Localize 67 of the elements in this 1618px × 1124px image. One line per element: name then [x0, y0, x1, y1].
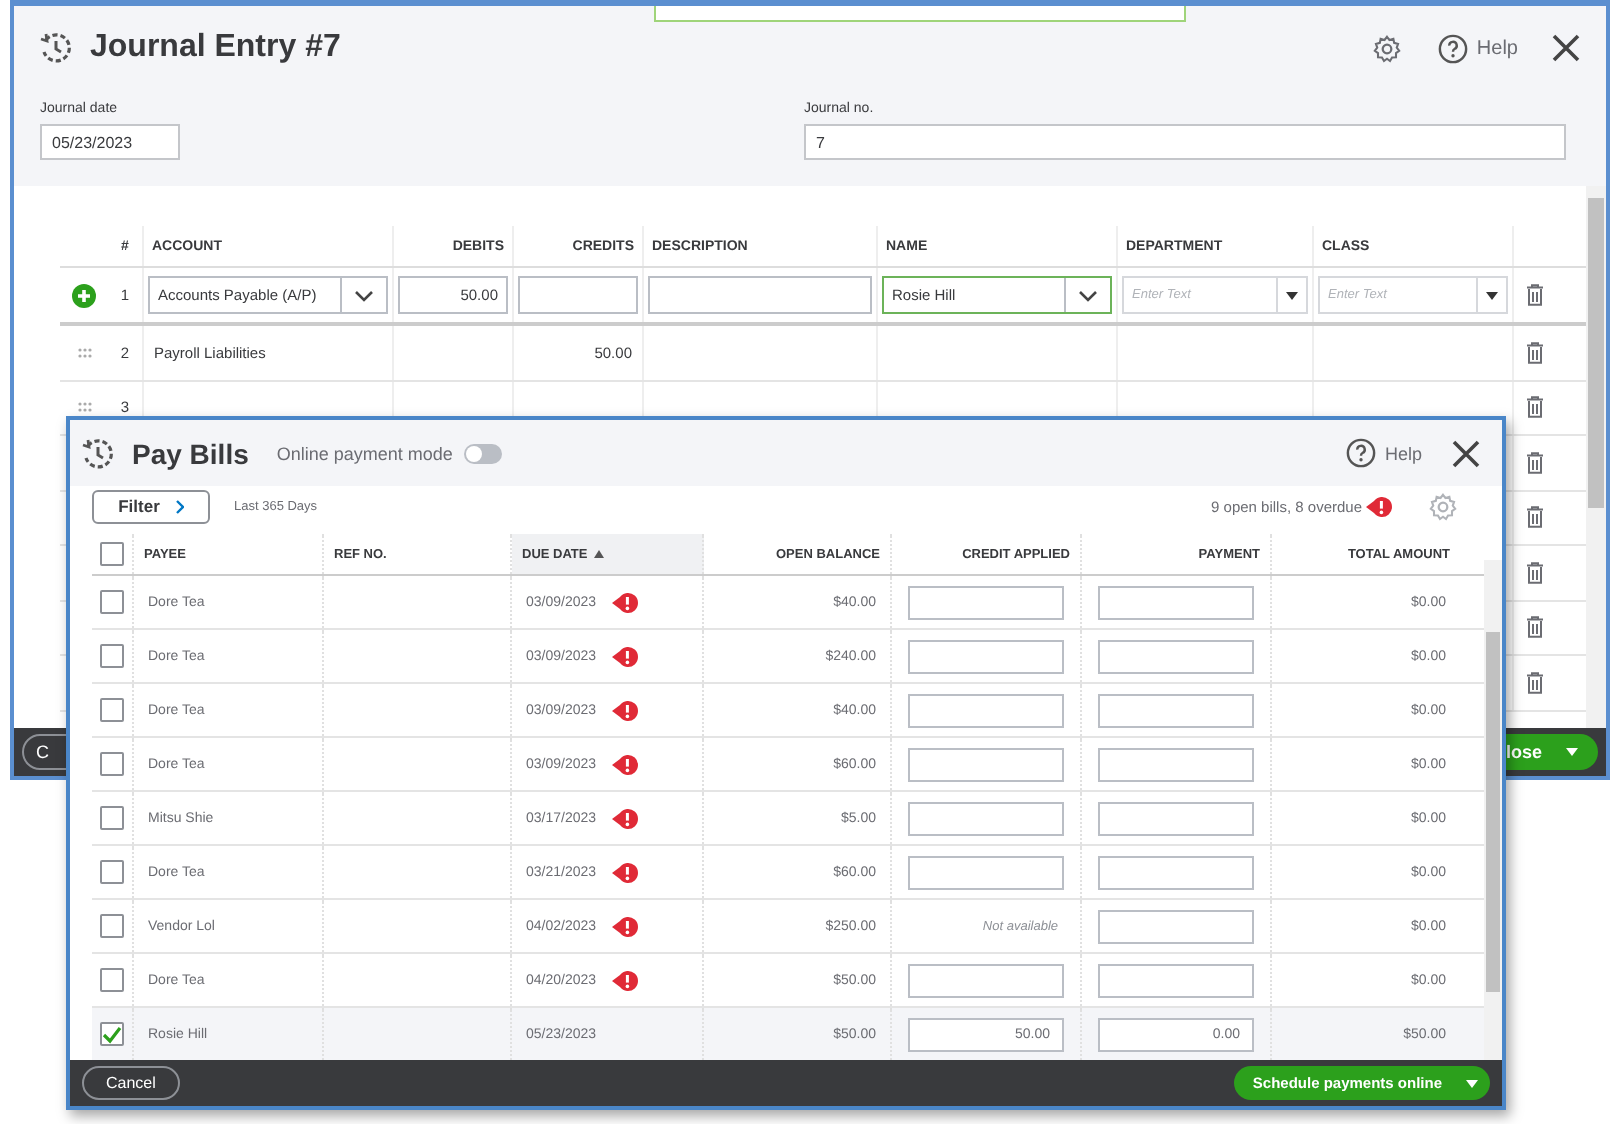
- row-checkbox[interactable]: [100, 590, 124, 614]
- window-title: Pay Bills: [132, 437, 249, 469]
- payment-field[interactable]: [1098, 801, 1254, 835]
- chevron-down-icon: [354, 289, 374, 301]
- alert-icon: [1366, 495, 1392, 517]
- caret-icon: [1486, 291, 1498, 299]
- row-checkbox[interactable]: [100, 644, 124, 668]
- help-icon[interactable]: [1346, 438, 1377, 468]
- description-field[interactable]: [648, 276, 872, 314]
- caret-icon: [1286, 291, 1298, 299]
- row-checkbox[interactable]: [100, 860, 124, 884]
- toggle-switch[interactable]: [464, 443, 503, 463]
- close-icon[interactable]: [1550, 32, 1582, 64]
- trash-icon[interactable]: [1525, 671, 1543, 694]
- caret-icon[interactable]: [1566, 748, 1578, 756]
- drag-handle-icon[interactable]: [77, 347, 91, 358]
- help-icon[interactable]: [1438, 33, 1469, 63]
- payment-field[interactable]: [1098, 747, 1254, 781]
- row-checkbox[interactable]: [100, 1022, 124, 1046]
- row-checkbox[interactable]: [100, 914, 124, 938]
- payment-field[interactable]: [1098, 963, 1254, 997]
- trash-icon[interactable]: [1525, 561, 1543, 584]
- history-icon: [80, 435, 116, 471]
- trash-icon[interactable]: [1525, 451, 1543, 474]
- trash-icon[interactable]: [1525, 506, 1543, 529]
- toggle-label: Online payment mode: [276, 443, 453, 463]
- settings-icon[interactable]: [1428, 491, 1458, 521]
- credit-field[interactable]: [908, 639, 1064, 673]
- payment-field[interactable]: [1098, 855, 1254, 889]
- payment-field[interactable]: [1098, 909, 1254, 943]
- history-icon: [38, 30, 74, 66]
- add-icon[interactable]: [72, 283, 96, 307]
- select-all-checkbox[interactable]: [100, 542, 124, 566]
- trash-icon[interactable]: [1525, 341, 1543, 364]
- filter-button[interactable]: Filter: [92, 489, 210, 523]
- close-icon[interactable]: [1450, 437, 1482, 469]
- payment-field[interactable]: [1098, 639, 1254, 673]
- credit-field[interactable]: [908, 747, 1064, 781]
- credit-field[interactable]: [908, 855, 1064, 889]
- scrollbar[interactable]: [1586, 186, 1606, 728]
- journal-number-field[interactable]: 7: [804, 124, 1566, 160]
- help-link[interactable]: Help: [1384, 443, 1422, 463]
- chevron-right-icon: [175, 499, 184, 513]
- sort-arrow-icon: [593, 550, 604, 558]
- row-checkbox[interactable]: [100, 806, 124, 830]
- row-checkbox[interactable]: [100, 698, 124, 722]
- credit-field[interactable]: [908, 963, 1064, 997]
- scrollbar[interactable]: [1484, 560, 1502, 1060]
- trash-icon[interactable]: [1525, 616, 1543, 639]
- drag-handle-icon[interactable]: [77, 402, 91, 413]
- chevron-down-icon: [1078, 289, 1098, 301]
- row-checkbox[interactable]: [100, 968, 124, 992]
- caret-icon[interactable]: [1466, 1079, 1478, 1087]
- window-title: Journal Entry #7: [90, 30, 341, 66]
- payment-field[interactable]: [1098, 693, 1254, 727]
- credit-field[interactable]: [908, 801, 1064, 835]
- trash-icon[interactable]: [1525, 284, 1543, 306]
- row-checkbox[interactable]: [100, 752, 124, 776]
- date-field[interactable]: 05/23/2023: [40, 124, 180, 160]
- credit-field[interactable]: [518, 276, 638, 314]
- trash-icon[interactable]: [1525, 396, 1543, 419]
- credit-field[interactable]: [908, 585, 1064, 619]
- settings-icon[interactable]: [1372, 33, 1403, 63]
- cancel-button[interactable]: Cancel: [82, 1066, 180, 1100]
- help-link[interactable]: Help: [1476, 37, 1518, 59]
- payment-field[interactable]: [1098, 585, 1254, 619]
- credit-field[interactable]: [908, 693, 1064, 727]
